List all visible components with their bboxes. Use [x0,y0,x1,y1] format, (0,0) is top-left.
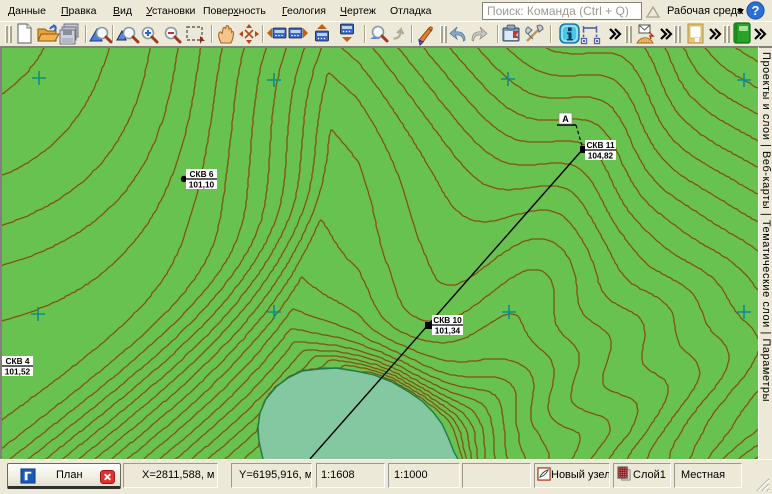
svg-text:СКВ 10: СКВ 10 [433,315,462,325]
svg-text:?: ? [752,3,760,18]
svg-text:101,10: 101,10 [189,180,215,190]
svg-text:СКВ 11: СКВ 11 [586,140,615,150]
svg-text:СКВ 6: СКВ 6 [190,169,214,179]
svg-text:104,82: 104,82 [588,151,614,161]
svg-text:101,34: 101,34 [435,326,461,336]
svg-text:А: А [562,114,569,124]
svg-text:СКВ 4: СКВ 4 [6,356,30,366]
svg-text:101,52: 101,52 [5,367,31,377]
